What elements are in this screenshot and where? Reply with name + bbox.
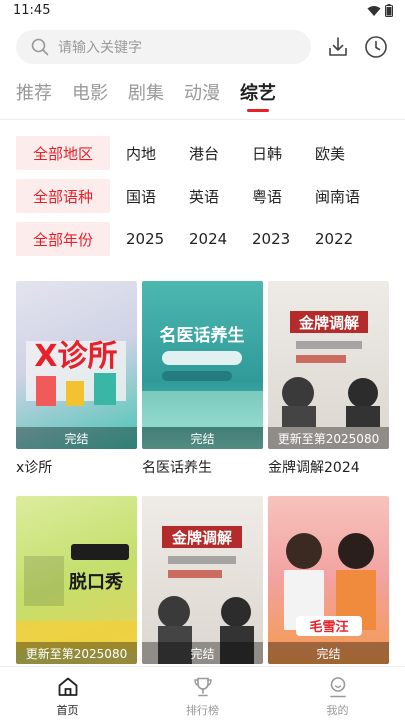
filter-option[interactable]: 港台 bbox=[189, 143, 252, 164]
bottom-nav: 首页 排行榜 我的 bbox=[0, 666, 405, 720]
search-input[interactable]: 请输入关键字 bbox=[16, 30, 311, 64]
status-badge: 完结 bbox=[142, 642, 263, 664]
nav-label: 排行榜 bbox=[186, 704, 219, 717]
filter-chip-all-language[interactable]: 全部语种 bbox=[16, 179, 110, 213]
status-bar: 11:45 bbox=[0, 0, 405, 24]
poster-title-art: 金牌调解 bbox=[298, 314, 359, 332]
download-button[interactable] bbox=[326, 35, 350, 59]
poster-art: 毛雪汪 bbox=[284, 533, 376, 636]
clock-icon bbox=[365, 36, 387, 58]
poster-art: 名医话养生 bbox=[142, 325, 263, 427]
filter-option[interactable]: 内地 bbox=[126, 143, 189, 164]
content-card[interactable]: 脱口秀 更新至第2025080 bbox=[16, 496, 137, 672]
search-row: 请输入关键字 bbox=[16, 30, 391, 64]
filter-option[interactable]: 2022 bbox=[315, 230, 378, 248]
nav-home[interactable]: 首页 bbox=[0, 667, 135, 720]
search-icon bbox=[31, 38, 49, 56]
content-card[interactable]: 金牌调解 更新至第2025080 金牌调解2024 bbox=[268, 281, 389, 477]
battery-icon bbox=[385, 4, 393, 17]
status-icons bbox=[367, 4, 393, 17]
history-button[interactable] bbox=[364, 35, 388, 59]
poster-title-art: 毛雪汪 bbox=[309, 619, 348, 635]
home-icon bbox=[58, 677, 77, 696]
tab-variety[interactable]: 综艺 bbox=[240, 80, 276, 110]
content-card[interactable]: 名医话养生 完结 名医话养生 bbox=[142, 281, 263, 477]
filter-chip-all-year[interactable]: 全部年份 bbox=[16, 222, 110, 256]
category-tabs: 推荐 电影 剧集 动漫 综艺 bbox=[16, 80, 296, 110]
filter-option[interactable]: 2025 bbox=[126, 230, 189, 248]
poster-image: X诊所 完结 bbox=[16, 281, 137, 449]
poster-title-art: X诊所 bbox=[34, 339, 117, 374]
filter-option[interactable]: 国语 bbox=[126, 186, 189, 207]
status-time: 11:45 bbox=[13, 3, 51, 18]
poster-image: 金牌调解 完结 bbox=[142, 496, 263, 664]
card-title: 金牌调解2024 bbox=[268, 460, 360, 476]
divider bbox=[0, 119, 405, 120]
status-badge: 完结 bbox=[16, 427, 137, 449]
poster-image: 脱口秀 更新至第2025080 bbox=[16, 496, 137, 664]
download-icon bbox=[329, 37, 347, 56]
poster-image: 名医话养生 完结 bbox=[142, 281, 263, 449]
filter-row-language: 全部语种 国语 英语 粤语 闽南语 bbox=[16, 179, 378, 213]
card-title: x诊所 bbox=[16, 460, 53, 476]
card-title: 名医话养生 bbox=[142, 460, 212, 476]
poster-title-art: 名医话养生 bbox=[160, 325, 245, 346]
filter-option[interactable]: 日韩 bbox=[252, 143, 315, 164]
content-card[interactable]: X诊所 完结 x诊所 bbox=[16, 281, 137, 477]
content-card[interactable]: 毛雪汪 完结 bbox=[268, 496, 389, 672]
poster-art: 金牌调解 bbox=[158, 526, 254, 664]
status-badge: 完结 bbox=[268, 642, 389, 664]
filter-option[interactable]: 欧美 bbox=[315, 143, 378, 164]
filter-row-year: 全部年份 2025 2024 2023 2022 bbox=[16, 222, 378, 256]
filter-option[interactable]: 2024 bbox=[189, 230, 252, 248]
nav-ranking[interactable]: 排行榜 bbox=[135, 667, 270, 720]
filter-option[interactable]: 英语 bbox=[189, 186, 252, 207]
status-badge: 完结 bbox=[142, 427, 263, 449]
poster-art: X诊所 bbox=[26, 339, 126, 406]
tab-anime[interactable]: 动漫 bbox=[184, 80, 220, 110]
tab-series[interactable]: 剧集 bbox=[128, 80, 164, 110]
poster-image: 金牌调解 更新至第2025080 bbox=[268, 281, 389, 449]
poster-image: 毛雪汪 完结 bbox=[268, 496, 389, 664]
filter-row-region: 全部地区 内地 港台 日韩 欧美 bbox=[16, 136, 378, 170]
poster-art: 金牌调解 bbox=[282, 311, 380, 427]
status-badge: 更新至第2025080 bbox=[16, 642, 137, 664]
poster-art: 脱口秀 bbox=[16, 544, 137, 651]
status-badge: 更新至第2025080 bbox=[268, 427, 389, 449]
filter-option[interactable]: 粤语 bbox=[252, 186, 315, 207]
filter-option[interactable]: 闽南语 bbox=[315, 186, 378, 207]
nav-label: 我的 bbox=[326, 704, 349, 717]
nav-label: 首页 bbox=[56, 704, 79, 717]
trophy-icon bbox=[193, 677, 212, 697]
user-icon bbox=[329, 677, 346, 698]
nav-profile[interactable]: 我的 bbox=[270, 667, 405, 720]
content-card[interactable]: 金牌调解 完结 bbox=[142, 496, 263, 672]
filter-chip-all-region[interactable]: 全部地区 bbox=[16, 136, 110, 170]
tab-recommend[interactable]: 推荐 bbox=[16, 80, 52, 110]
search-placeholder: 请输入关键字 bbox=[58, 40, 142, 56]
wifi-icon bbox=[367, 5, 381, 16]
tab-movie[interactable]: 电影 bbox=[72, 80, 108, 110]
poster-title-art: 脱口秀 bbox=[69, 571, 123, 593]
filter-option[interactable]: 2023 bbox=[252, 230, 315, 248]
poster-title-art: 金牌调解 bbox=[171, 529, 232, 547]
